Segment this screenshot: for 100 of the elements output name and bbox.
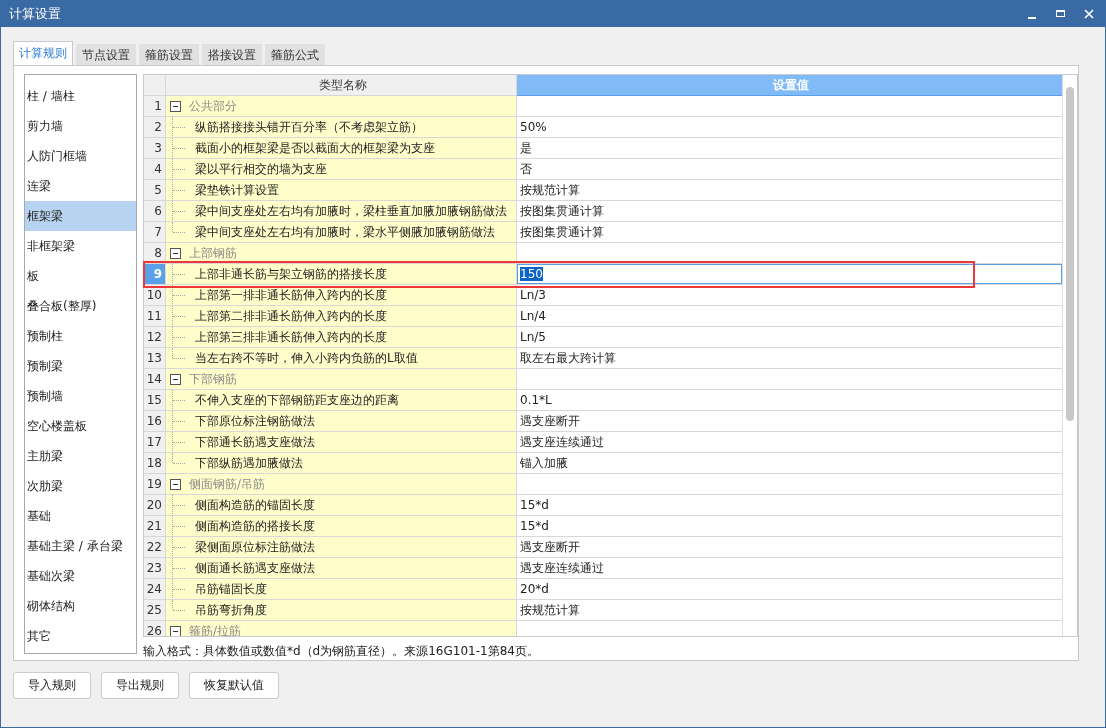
group-label: 上部钢筋 xyxy=(189,244,237,262)
window-title: 计算设置 xyxy=(9,5,61,23)
row-number: 1 xyxy=(144,96,166,117)
action-button[interactable]: 导入规则 xyxy=(13,672,91,699)
table-cell: 上部第三排非通长筋伸入跨内的长度 xyxy=(195,328,387,346)
collapse-icon[interactable] xyxy=(170,625,181,636)
group-label: 箍筋/拉筋 xyxy=(189,622,242,636)
maximize-icon[interactable] xyxy=(1055,8,1067,20)
table-cell: 上部第二排非通长筋伸入跨内的长度 xyxy=(195,307,387,325)
table-cell: 取左右最大跨计算 xyxy=(520,349,616,367)
row-number: 16 xyxy=(144,411,166,432)
action-button[interactable]: 恢复默认值 xyxy=(189,672,279,699)
table-cell: 下部纵筋遇加腋做法 xyxy=(195,454,303,472)
row-number: 14 xyxy=(144,369,166,390)
tab[interactable]: 计算规则 xyxy=(13,41,73,65)
row-number: 20 xyxy=(144,495,166,516)
row-number: 15 xyxy=(144,390,166,411)
sidebar-item[interactable]: 空心楼盖板 xyxy=(25,411,136,441)
row-number: 5 xyxy=(144,180,166,201)
group-label: 侧面钢筋/吊筋 xyxy=(189,475,266,493)
row-number: 12 xyxy=(144,327,166,348)
row-number: 21 xyxy=(144,516,166,537)
sidebar-item[interactable]: 预制梁 xyxy=(25,351,136,381)
tab[interactable]: 箍筋设置 xyxy=(139,44,199,65)
table-cell: 当左右跨不等时，伸入小跨内负筋的L取值 xyxy=(195,349,418,367)
sidebar-item[interactable]: 基础 xyxy=(25,501,136,531)
row-number: 10 xyxy=(144,285,166,306)
row-number: 26 xyxy=(144,621,166,636)
row-number: 2 xyxy=(144,117,166,138)
scroll-thumb[interactable] xyxy=(1066,87,1074,421)
sidebar-item[interactable]: 叠合板(整厚) xyxy=(25,291,136,321)
collapse-icon[interactable] xyxy=(170,478,181,490)
sidebar-item[interactable]: 主肋梁 xyxy=(25,441,136,471)
sidebar-item[interactable]: 基础主梁 / 承台梁 xyxy=(25,531,136,561)
sidebar-item[interactable]: 预制墙 xyxy=(25,381,136,411)
row-number: 18 xyxy=(144,453,166,474)
row-number: 25 xyxy=(144,600,166,621)
table-cell: 纵筋搭接接头错开百分率（不考虑架立筋） xyxy=(195,118,423,136)
table-cell: Ln/5 xyxy=(520,330,546,344)
collapse-icon[interactable] xyxy=(170,100,181,112)
action-button[interactable]: 导出规则 xyxy=(101,672,179,699)
sidebar-item[interactable]: 砌体结构 xyxy=(25,591,136,621)
row-number: 24 xyxy=(144,579,166,600)
scrollbar[interactable] xyxy=(1062,75,1077,636)
sidebar-item[interactable]: 板 xyxy=(25,261,136,291)
sidebar-item[interactable]: 人防门框墙 xyxy=(25,141,136,171)
table-cell: 遇支座断开 xyxy=(520,538,580,556)
table-cell: 遇支座连续通过 xyxy=(520,433,604,451)
table-cell: 50% xyxy=(520,120,547,134)
column-header[interactable]: 类型名称 xyxy=(166,75,517,96)
table-cell: 遇支座连续通过 xyxy=(520,559,604,577)
row-number: 8 xyxy=(144,243,166,264)
sidebar-item[interactable]: 连梁 xyxy=(25,171,136,201)
table-cell: 是 xyxy=(520,139,532,157)
row-number: 17 xyxy=(144,432,166,453)
table-cell: 下部原位标注钢筋做法 xyxy=(195,412,315,430)
sidebar-item[interactable]: 非框架梁 xyxy=(25,231,136,261)
table-cell: 梁中间支座处左右均有加腋时，梁水平侧腋加腋钢筋做法 xyxy=(195,223,495,241)
table-cell: Ln/4 xyxy=(520,309,546,323)
row-number: 7 xyxy=(144,222,166,243)
table-cell: 梁以平行相交的墙为支座 xyxy=(195,160,327,178)
sidebar-item[interactable]: 剪力墙 xyxy=(25,111,136,141)
table-cell: 0.1*L xyxy=(520,393,552,407)
table-cell: 上部第一排非通长筋伸入跨内的长度 xyxy=(195,286,387,304)
table-cell: 截面小的框架梁是否以截面大的框架梁为支座 xyxy=(195,139,435,157)
sidebar-item[interactable]: 预制柱 xyxy=(25,321,136,351)
close-icon[interactable] xyxy=(1083,8,1095,20)
table-cell: 15*d xyxy=(520,519,549,533)
table-cell: 不伸入支座的下部钢筋距支座边的距离 xyxy=(195,391,399,409)
table-cell: 吊筋锚固长度 xyxy=(195,580,267,598)
row-number: 4 xyxy=(144,159,166,180)
table-cell: 按图集贯通计算 xyxy=(520,223,604,241)
row-number: 23 xyxy=(144,558,166,579)
table-cell: 梁中间支座处左右均有加腋时，梁柱垂直加腋加腋钢筋做法 xyxy=(195,202,507,220)
sidebar-item[interactable]: 基础次梁 xyxy=(25,561,136,591)
value-field[interactable]: 150 xyxy=(517,264,1063,284)
table-cell: 15*d xyxy=(520,498,549,512)
row-number: 6 xyxy=(144,201,166,222)
table-cell: 按规范计算 xyxy=(520,601,580,619)
group-label: 下部钢筋 xyxy=(189,370,237,388)
collapse-icon[interactable] xyxy=(170,247,181,259)
sidebar-item[interactable]: 次肋梁 xyxy=(25,471,136,501)
tab[interactable]: 搭接设置 xyxy=(202,44,262,65)
collapse-icon[interactable] xyxy=(170,373,181,385)
row-number: 22 xyxy=(144,537,166,558)
sidebar-item[interactable]: 其它 xyxy=(25,621,136,651)
tab[interactable]: 箍筋公式 xyxy=(265,44,325,65)
sidebar-item[interactable]: 框架梁 xyxy=(25,201,136,231)
table-cell: Ln/3 xyxy=(520,288,546,302)
row-number: 3 xyxy=(144,138,166,159)
row-number: 19 xyxy=(144,474,166,495)
table-cell: 梁垫铁计算设置 xyxy=(195,181,279,199)
tab[interactable]: 节点设置 xyxy=(76,44,136,65)
table-cell: 否 xyxy=(520,160,532,178)
table-cell: 按图集贯通计算 xyxy=(520,202,604,220)
table-cell: 锚入加腋 xyxy=(520,454,568,472)
table-cell: 侧面构造筋的搭接长度 xyxy=(195,517,315,535)
row-number: 9 xyxy=(144,264,166,285)
table-cell: 遇支座断开 xyxy=(520,412,580,430)
sidebar-item[interactable]: 柱 / 墙柱 xyxy=(25,81,136,111)
